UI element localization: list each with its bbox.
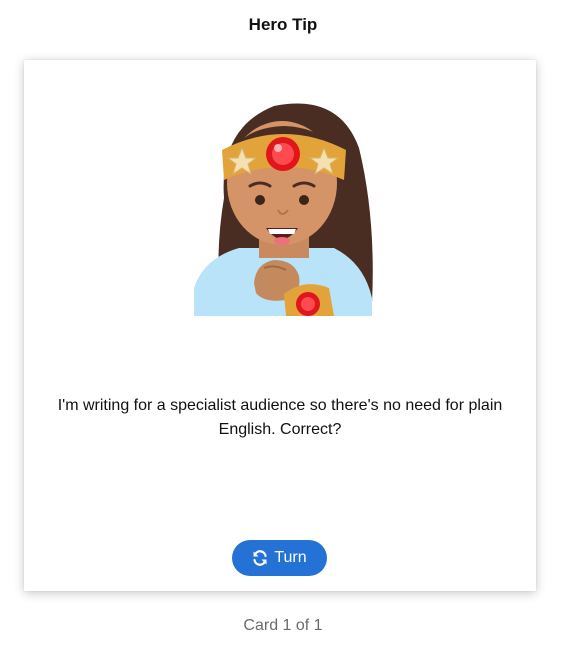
flash-card: I'm writing for a specialist audience so… <box>24 60 536 591</box>
card-counter: Card 1 of 1 <box>243 617 323 634</box>
superhero-woman-icon <box>194 88 374 316</box>
turn-button[interactable]: Turn <box>232 540 327 576</box>
page-title: Hero Tip <box>248 15 318 34</box>
turn-button-label: Turn <box>274 549 307 566</box>
refresh-icon <box>252 550 268 566</box>
card-question-text: I'm writing for a specialist audience so… <box>57 397 503 438</box>
